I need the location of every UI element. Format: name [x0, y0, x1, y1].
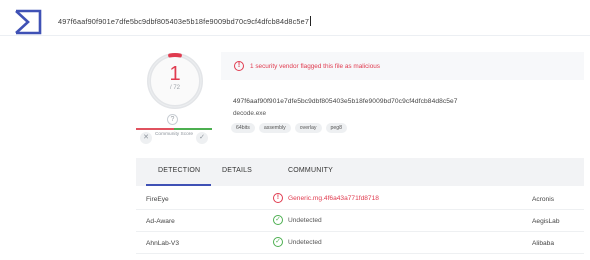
virustotal-logo-icon[interactable] — [14, 9, 42, 35]
file-hash: 497f6aaf90f901e7dfe5bc9dbf805403e5b18fe9… — [233, 98, 458, 105]
check-circle-icon: ✓ — [273, 237, 283, 247]
malicious-alert: ! 1 security vendor flagged this file as… — [221, 52, 584, 80]
detection-count: 1 — [169, 63, 181, 85]
tag[interactable]: assembly — [258, 123, 291, 133]
check-icon[interactable]: ✓ — [196, 132, 208, 144]
table-row: FireEye ! Generic.mg.4f6a43a771fd8718 Ac… — [136, 188, 584, 210]
engine-name: Alibaba — [532, 240, 554, 247]
tab-details[interactable]: DETAILS — [222, 167, 252, 174]
x-icon[interactable]: ✕ — [140, 132, 152, 144]
table-row: Ad-Aware ✓ Undetected AegisLab — [136, 210, 584, 232]
file-name: decode.exe — [233, 110, 267, 117]
community-score-bar — [136, 128, 212, 130]
detection-result: Undetected — [288, 239, 322, 246]
alert-icon: ! — [273, 193, 283, 203]
tab-bar: DETECTION DETAILS COMMUNITY — [136, 158, 584, 186]
engine-name: AhnLab-V3 — [146, 240, 179, 247]
engine-total: / 72 — [169, 85, 180, 91]
tag[interactable]: peg8 — [325, 123, 348, 133]
tab-detection[interactable]: DETECTION — [158, 167, 200, 174]
engine-name: Acronis — [532, 196, 554, 203]
text-cursor — [310, 16, 312, 26]
alert-text: 1 security vendor flagged this file as m… — [250, 62, 381, 70]
engine-name: Ad-Aware — [146, 218, 175, 225]
community-score: ? ✕ Community Score ✓ — [136, 114, 212, 152]
search-value: 497f6aaf90f901e7dfe5bc9dbf805403e5b18fe9… — [58, 16, 310, 26]
community-score-label: Community Score — [154, 132, 194, 137]
tag[interactable]: overlay — [294, 123, 322, 133]
detection-result: Undetected — [288, 217, 322, 224]
table-row: AhnLab-V3 ✓ Undetected Alibaba — [136, 232, 584, 254]
top-bar: 497f6aaf90f901e7dfe5bc9dbf805403e5b18fe9… — [0, 0, 590, 44]
tag[interactable]: 64bits — [231, 123, 255, 133]
detection-table: FireEye ! Generic.mg.4f6a43a771fd8718 Ac… — [136, 188, 584, 254]
detection-result: Generic.mg.4f6a43a771fd8718 — [288, 195, 379, 202]
file-tags: 64bits assembly overlay peg8 — [231, 123, 348, 133]
active-tab-indicator — [146, 184, 211, 186]
engine-name: FireEye — [146, 196, 169, 203]
alert-icon: ! — [234, 61, 244, 71]
help-icon[interactable]: ? — [167, 114, 178, 125]
engine-name: AegisLab — [532, 218, 560, 225]
detection-score-ring: 1 / 72 — [144, 50, 206, 112]
check-circle-icon: ✓ — [273, 215, 283, 225]
search-divider — [0, 35, 590, 36]
search-input[interactable]: 497f6aaf90f901e7dfe5bc9dbf805403e5b18fe9… — [54, 6, 584, 36]
